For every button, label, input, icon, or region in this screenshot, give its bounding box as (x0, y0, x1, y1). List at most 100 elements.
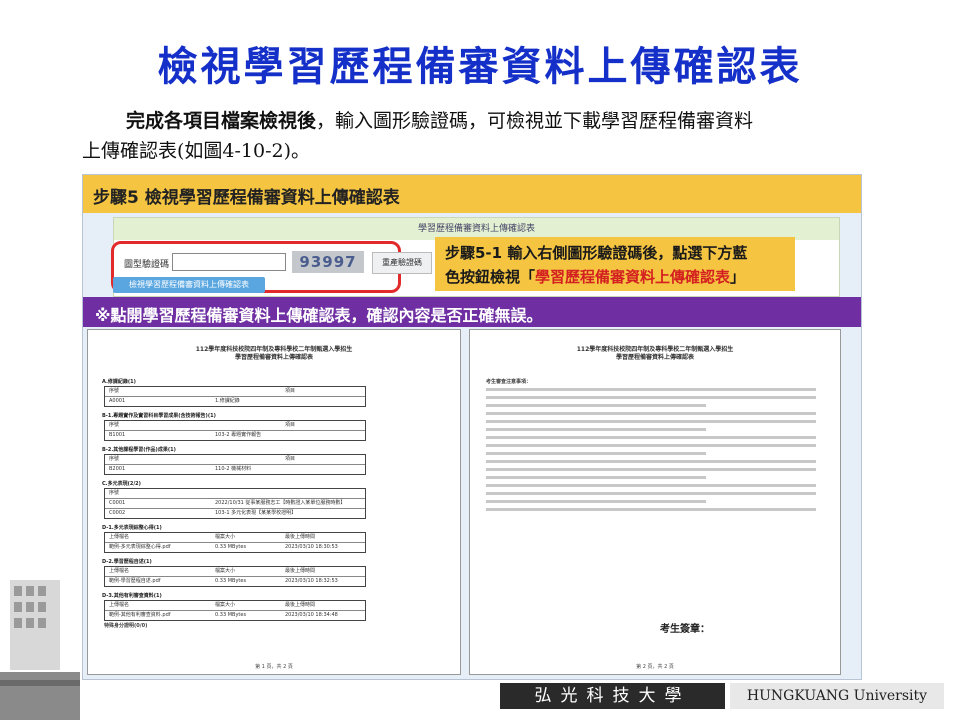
table-cell: B1001 (109, 432, 126, 438)
notes-text-line (486, 476, 706, 479)
notes-text-line (486, 468, 816, 471)
notes-text-line (486, 508, 816, 511)
table-row: 範例-學習歷程自述.pdf 0.33 MBytes 2023/03/10 18:32… (105, 577, 365, 586)
doc1-section-table: 序號 項目 B1001 103-2 專題實作報告 (104, 420, 366, 441)
table-cell: 103-1 多元化表現【某某學校證明】 (215, 510, 297, 516)
university-name-en: HUNGKUANG University (730, 683, 944, 709)
intro-bold: 完成各項目檔案檢視後 (126, 110, 317, 132)
table-cell: 上傳檔名 (109, 568, 130, 574)
notes-text-line (486, 428, 706, 431)
refresh-captcha-button[interactable]: 重產驗證碼 (372, 252, 432, 274)
table-row: B1001 103-2 專題實作報告 (105, 431, 365, 440)
table-cell: 2023/03/10 18:32:53 (285, 578, 338, 584)
callout-line-1: 步驟5-1 輸入右側圖形驗證碼後，點選下方藍 (445, 244, 748, 262)
captcha-image: 93997 (292, 251, 364, 273)
table-cell: 最後上傳時間 (285, 602, 316, 608)
table-cell: 序號 (109, 490, 120, 496)
table-cell: 檔案大小 (215, 602, 236, 608)
notes-text-line (486, 500, 706, 503)
doc1-section-table: 序號 C0001 2022/10/31 從事某服務志工【時數證入某單位服務時數】 C0… (104, 488, 366, 519)
table-row: 序號 (105, 489, 365, 499)
notes-text-line (486, 420, 816, 423)
screenshot-frame: 步驟5 檢視學習歷程備審資料上傳確認表 學習歷程備審資料上傳確認表 圖型驗證碼 … (82, 174, 862, 680)
doc2-title-2: 學習歷程備審資料上傳確認表 (615, 354, 694, 361)
table-cell: 範例-其他有利審查資料.pdf (109, 612, 171, 618)
notes-text-line (486, 484, 816, 487)
step-header-text: 步驟5 檢視學習歷程備審資料上傳確認表 (93, 188, 400, 208)
table-cell: 2022/10/31 從事某服務志工【時數證入某單位服務時數】 (215, 500, 346, 506)
table-row: C0002 103-1 多元化表現【某某學校證明】 (105, 509, 365, 518)
table-cell: C0001 (109, 500, 126, 506)
table-row: A0001 1.修課紀錄 (105, 397, 365, 406)
doc1-section-table: 序號 項目 A0001 1.修課紀錄 (104, 386, 366, 407)
table-row: 序號 項目 (105, 421, 365, 431)
doc1-section-table: 上傳檔名 檔案大小 最後上傳時間範例-其他有利審查資料.pdf 0.33 MBytes… (104, 600, 366, 621)
table-cell: 上傳檔名 (109, 534, 130, 540)
table-cell: 序號 (109, 388, 120, 394)
table-cell: 序號 (109, 456, 120, 462)
step-header: 步驟5 檢視學習歷程備審資料上傳確認表 (83, 175, 861, 213)
notes-text-line (486, 452, 706, 455)
callout-highlight: 學習歷程備審資料上傳確認表 (535, 268, 731, 286)
doc1-section-table: 序號 項目 B2001 110-2 機械材料 (104, 454, 366, 475)
notes-text-line (486, 436, 816, 439)
table-cell: 上傳檔名 (109, 602, 130, 608)
doc2-page-number: 第 2 頁，共 2 頁 (636, 664, 674, 670)
table-cell: 最後上傳時間 (285, 568, 316, 574)
table-cell: 項目 (285, 388, 296, 394)
intro-paragraph: 完成各項目檔案檢視後，輸入圖形驗證碼，可檢視並下載學習歷程備審資料 上傳確認表(… (82, 106, 872, 166)
doc2-notes-title: 考生審查注意事項： (486, 379, 532, 385)
notes-text-line (486, 492, 816, 495)
notice-bar: ※點開學習歷程備審資料上傳確認表，確認內容是否正確無誤。 (83, 297, 861, 327)
table-cell: 項目 (285, 456, 296, 462)
doc1-section-label: B-1.專題實作及實習科目學習成果(含技術報告)(1) (102, 413, 216, 419)
callout-line-2: 色按鈕檢視「學習歷程備審資料上傳確認表」 (445, 265, 785, 289)
table-cell: A0001 (109, 398, 126, 404)
intro-line-2: 上傳確認表(如圖4-10-2)。 (82, 140, 311, 162)
confirmation-doc-page-1: 112學年度科技校院四年制及專科學校二年制甄選入學招生 學習歷程備審資料上傳確認… (87, 329, 461, 675)
table-cell: 0.33 MBytes (215, 544, 247, 550)
table-row: 上傳檔名 檔案大小 最後上傳時間 (105, 533, 365, 543)
table-cell: 範例-學習歷程自述.pdf (109, 578, 161, 584)
instruction-callout: 步驟5-1 輸入右側圖形驗證碼後，點選下方藍 色按鈕檢視「學習歷程備審資料上傳確… (435, 237, 795, 291)
table-cell: 範例-多元表現綜整心得.pdf (109, 544, 171, 550)
doc1-page-number: 第 1 頁，共 2 頁 (255, 664, 293, 670)
table-cell: 1.修課紀錄 (215, 398, 240, 404)
notes-text-line (486, 404, 706, 407)
notes-text-line (486, 460, 816, 463)
table-row: 序號 項目 (105, 455, 365, 465)
view-confirmation-button[interactable]: 檢視學習歷程備審資料上傳確認表 (113, 277, 265, 293)
intro-rest: ，輸入圖形驗證碼，可檢視並下載學習歷程備審資料 (316, 110, 754, 132)
table-cell: 0.33 MBytes (215, 612, 247, 618)
table-cell: 0.33 MBytes (215, 578, 247, 584)
doc1-section-label: D-3.其他有利審查資料(1) (102, 593, 162, 599)
table-row: 範例-其他有利審查資料.pdf 0.33 MBytes 2023/03/10 18:… (105, 611, 365, 620)
table-row: 上傳檔名 檔案大小 最後上傳時間 (105, 567, 365, 577)
building-image (0, 560, 80, 720)
captcha-input[interactable] (172, 253, 286, 271)
table-cell: 103-2 專題實作報告 (215, 432, 262, 438)
doc1-section-label: D-2.學習歷程自述(1) (102, 559, 152, 565)
notes-text-line (486, 444, 816, 447)
intro-line-1: 完成各項目檔案檢視後，輸入圖形驗證碼，可檢視並下載學習歷程備審資料 (82, 106, 872, 136)
table-cell: 檔案大小 (215, 534, 236, 540)
table-cell: 項目 (285, 422, 296, 428)
table-row: 序號 項目 (105, 387, 365, 397)
doc1-title-2: 學習歷程備審資料上傳確認表 (234, 354, 313, 361)
doc1-section-label: A.修課紀錄(1) (102, 379, 136, 385)
confirmation-doc-page-2: 112學年度科技校院四年制及專科學校二年制甄選入學招生 學習歷程備審資料上傳確認… (469, 329, 841, 675)
table-cell: 2023/03/10 18:30:53 (285, 544, 338, 550)
notes-text-line (486, 396, 816, 399)
table-row: B2001 110-2 機械材料 (105, 465, 365, 474)
table-cell: B2001 (109, 466, 126, 472)
captcha-label: 圖型驗證碼 (124, 260, 170, 270)
doc1-section-label: C.多元表現(2/2) (102, 481, 141, 487)
notice-text: ※點開學習歷程備審資料上傳確認表，確認內容是否正確無誤。 (95, 306, 543, 325)
callout-suffix: 」 (730, 268, 746, 286)
notes-text-line (486, 388, 816, 391)
slide-title: 檢視學習歷程備審資料上傳確認表 (157, 44, 803, 90)
table-cell: 檔案大小 (215, 568, 236, 574)
table-row: C0001 2022/10/31 從事某服務志工【時數證入某單位服務時數】 (105, 499, 365, 509)
notes-text-line (486, 412, 816, 415)
doc1-footer-note: 特殊身分證明(0/0) (104, 623, 148, 629)
